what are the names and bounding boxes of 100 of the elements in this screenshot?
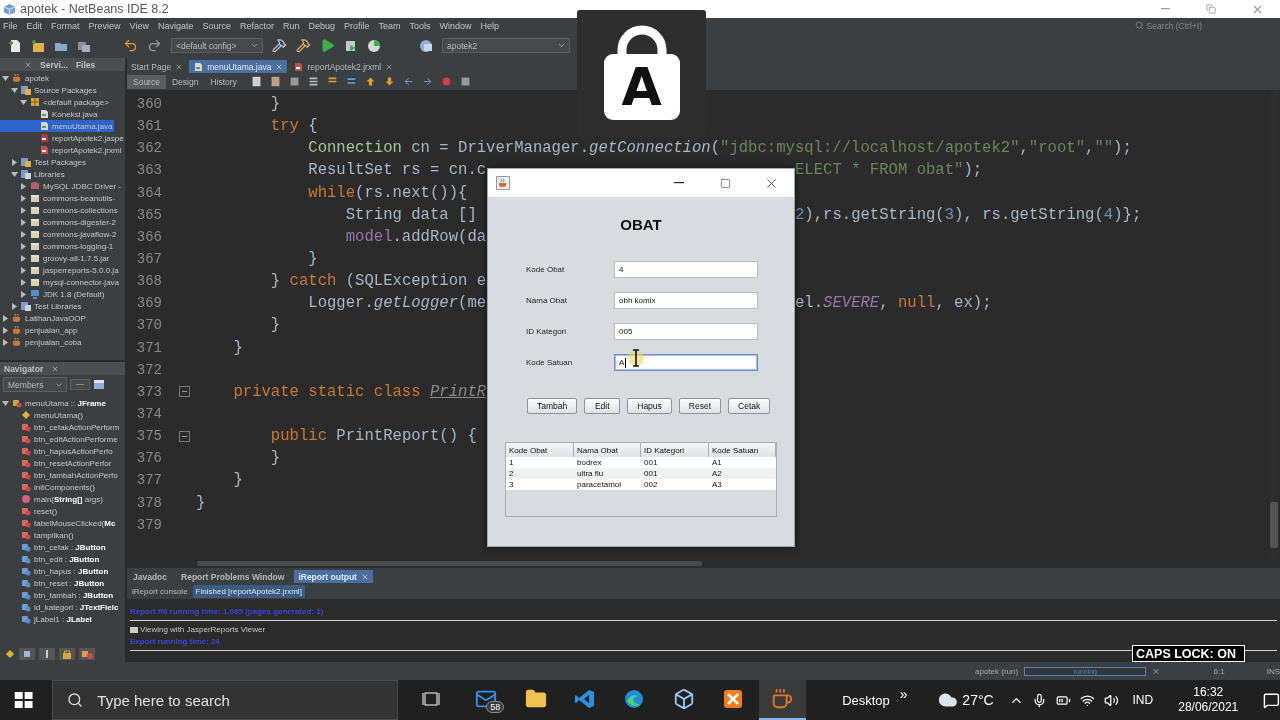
- menu-item[interactable]: Source: [202, 20, 231, 31]
- tree-item[interactable]: commons-collections: [0, 204, 120, 216]
- view-tab[interactable]: Source: [127, 74, 166, 89]
- menu-item[interactable]: Window: [439, 20, 472, 31]
- tree-arrow-icon[interactable]: [20, 266, 27, 274]
- view-tab[interactable]: History: [204, 74, 243, 89]
- tree-arrow-icon[interactable]: [20, 278, 27, 286]
- tree-arrow-icon[interactable]: [20, 218, 27, 226]
- tree-item[interactable]: btn_hapusActionPerfo: [0, 445, 115, 457]
- tree-item[interactable]: penjualan_app: [0, 324, 80, 336]
- tree-arrow-icon[interactable]: [20, 98, 27, 106]
- tree-item[interactable]: commons-digester-2: [0, 216, 118, 228]
- panel-tab[interactable]: Servi...: [40, 59, 68, 70]
- tree-item[interactable]: reportApotek2.jaspe: [0, 132, 125, 144]
- tree-item[interactable]: MySQL JDBC Driver -: [0, 180, 123, 192]
- redo-icon[interactable]: [147, 38, 162, 53]
- panel-icon[interactable]: [93, 379, 105, 390]
- lines-icon[interactable]: [345, 76, 357, 87]
- tree-item[interactable]: Test Libraries: [0, 300, 84, 312]
- tree-item[interactable]: main(String[] args): [0, 493, 105, 505]
- tree-item[interactable]: btn_edit : JButton: [0, 553, 102, 565]
- tree-item[interactable]: menuUtama(): [0, 409, 85, 421]
- input-field[interactable]: A: [614, 354, 758, 371]
- clock[interactable]: 16:32 28/06/2021: [1178, 685, 1239, 715]
- tree-item[interactable]: menuUtama.java: [0, 120, 115, 132]
- form-button[interactable]: Cetak: [728, 398, 771, 414]
- members-select[interactable]: Members: [3, 377, 67, 392]
- menu-item[interactable]: Tools: [409, 20, 431, 31]
- form-button[interactable]: Edit: [584, 398, 621, 414]
- tree-item[interactable]: btn_editActionPerforme: [0, 433, 120, 445]
- tree-item[interactable]: JDK 1.8 (Default): [0, 288, 107, 300]
- project-select[interactable]: apotek2: [442, 38, 570, 53]
- tree-item[interactable]: btn_resetActionPerfor: [0, 457, 114, 469]
- menu-item[interactable]: Run: [283, 20, 300, 31]
- bar-icon[interactable]: [39, 648, 55, 660]
- tree-item[interactable]: mysql-connector-java: [0, 276, 122, 288]
- panel-tab[interactable]: Files: [75, 59, 96, 70]
- menu-item[interactable]: Help: [480, 20, 500, 31]
- menu-item[interactable]: Team: [378, 20, 401, 31]
- input-field[interactable]: 005: [614, 323, 758, 340]
- form-button[interactable]: Reset: [678, 398, 722, 414]
- close-icon[interactable]: [51, 364, 60, 373]
- tree-item[interactable]: LatihanJavaOOP: [0, 312, 88, 324]
- tree-item[interactable]: tabelMouseClicked(Mc: [0, 517, 118, 529]
- output-tab[interactable]: Finished [reportApotek2.jrxml]: [192, 584, 305, 598]
- panel-tab[interactable]: iReport output: [294, 570, 373, 583]
- tree-item[interactable]: apotek: [0, 72, 52, 84]
- tree-item[interactable]: jasperreports-5.0.0.ja: [0, 264, 121, 276]
- arrow-up-icon[interactable]: [364, 76, 376, 87]
- close-icon[interactable]: [175, 62, 184, 71]
- menu-item[interactable]: Edit: [26, 20, 43, 31]
- fold-icon[interactable]: [179, 430, 190, 442]
- tree-item[interactable]: Koneksi.java: [0, 108, 100, 120]
- form-button[interactable]: Hapus: [627, 398, 672, 414]
- input-field[interactable]: 4: [614, 261, 758, 278]
- tree-item[interactable]: commons-javaflow-2: [0, 228, 119, 240]
- tree-item[interactable]: initComponents(): [0, 481, 97, 493]
- tree-arrow-icon[interactable]: [20, 194, 27, 202]
- tree-item[interactable]: Source Packages: [0, 84, 99, 96]
- tree-item[interactable]: btn_reset : JButton: [0, 577, 107, 589]
- tree-item[interactable]: groovy-all-1.7.5.jar: [0, 252, 112, 264]
- menu-item[interactable]: View: [129, 20, 149, 31]
- tree-arrow-icon[interactable]: [20, 254, 27, 262]
- tree-arrow-icon[interactable]: [2, 326, 9, 334]
- tree-item[interactable]: btn_cetak : JButton: [0, 541, 108, 553]
- form-button[interactable]: Tambah: [527, 398, 578, 414]
- menu-item[interactable]: Refactor: [240, 20, 274, 31]
- tree-item[interactable]: commons-beanutils-: [0, 192, 118, 204]
- volume-icon[interactable]: [1103, 692, 1119, 708]
- tree-arrow-icon[interactable]: [20, 242, 27, 250]
- tree-item[interactable]: btn_cetakActionPerform: [0, 421, 122, 433]
- tree-arrow-icon[interactable]: [11, 86, 18, 94]
- desktop-label[interactable]: Desktop: [842, 692, 890, 708]
- hammer-icon[interactable]: [272, 38, 287, 53]
- arrow-left-icon[interactable]: [402, 76, 414, 87]
- taskbar-app[interactable]: 58: [462, 680, 511, 720]
- arrow-right-icon[interactable]: [421, 76, 433, 87]
- tree-item[interactable]: reset(): [0, 505, 60, 517]
- tree-item[interactable]: id_kategori : JTextFielc: [0, 601, 121, 613]
- square-icon[interactable]: [288, 76, 300, 87]
- tree-item[interactable]: reportApotek2.jrxml: [0, 144, 124, 156]
- menu-item[interactable]: Preview: [88, 20, 121, 31]
- close-icon[interactable]: [24, 60, 32, 69]
- fold-icon[interactable]: [179, 386, 190, 398]
- tree-item[interactable]: penjualan_coba: [0, 336, 84, 348]
- square-icon[interactable]: [19, 648, 35, 660]
- close-icon[interactable]: [360, 572, 369, 581]
- menu-item[interactable]: Navigate: [157, 20, 194, 31]
- tree-item[interactable]: commons-logging-1: [0, 240, 116, 252]
- input-field[interactable]: obh komix: [614, 292, 758, 309]
- tree-item[interactable]: tampilkan(): [0, 529, 76, 541]
- new-project-icon[interactable]: [31, 38, 45, 53]
- menu-item[interactable]: Debug: [308, 20, 336, 31]
- taskbar-search-field[interactable]: Type here to search: [52, 680, 398, 720]
- tree-item[interactable]: btn_hapus : JButton: [0, 565, 111, 577]
- close-icon[interactable]: [275, 62, 284, 71]
- tree-arrow-icon[interactable]: [20, 182, 27, 190]
- overflow-chevron[interactable]: »: [899, 686, 908, 702]
- tree-item[interactable]: Test Packages: [0, 156, 89, 168]
- menu-item[interactable]: File: [3, 20, 18, 31]
